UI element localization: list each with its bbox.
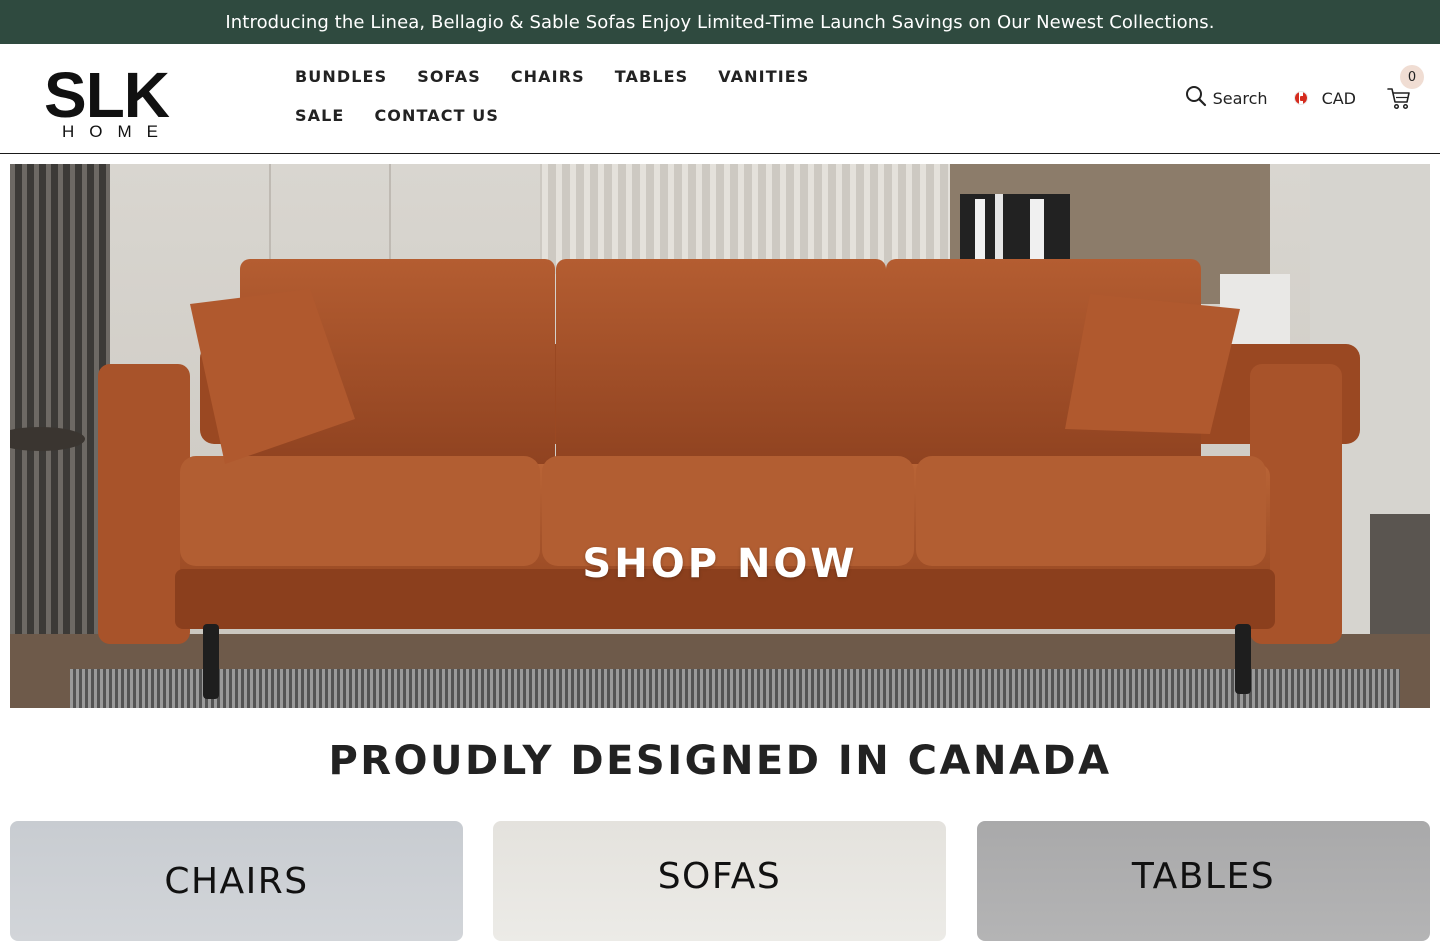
search-button[interactable]: Search [1185, 85, 1268, 112]
nav-item-chairs[interactable]: CHAIRS [511, 66, 585, 87]
nav-item-tables[interactable]: TABLES [615, 66, 689, 87]
shop-now-button[interactable]: SHOP NOW [10, 541, 1430, 587]
category-card-sofas[interactable]: SOFAS [493, 821, 946, 941]
main-navigation: BUNDLES SOFAS CHAIRS TABLES VANITIES SAL… [295, 66, 815, 126]
category-card-tables[interactable]: TABLES [977, 821, 1430, 941]
announcement-bar: Introducing the Linea, Bellagio & Sable … [0, 0, 1440, 44]
category-label-tables: TABLES [1131, 856, 1276, 897]
header-actions: Search CAD 0 [1185, 65, 1424, 116]
currency-selector[interactable]: CAD [1293, 88, 1356, 108]
nav-item-sale[interactable]: SALE [295, 105, 344, 126]
search-label: Search [1212, 88, 1268, 108]
cart-icon [1386, 88, 1412, 115]
hero-banner[interactable]: SHOP NOW [10, 164, 1430, 708]
logo-main-text: SLK [44, 59, 170, 131]
hero-sofa-image [10, 164, 1430, 708]
nav-item-sofas[interactable]: SOFAS [417, 66, 481, 87]
search-icon [1185, 85, 1207, 112]
nav-item-contact-us[interactable]: CONTACT US [374, 105, 499, 126]
logo-sub-text: HOME [62, 122, 173, 141]
currency-label: CAD [1321, 88, 1356, 108]
cart-button[interactable]: 0 [1386, 65, 1424, 111]
announcement-text: Introducing the Linea, Bellagio & Sable … [225, 11, 1215, 33]
nav-item-vanities[interactable]: VANITIES [718, 66, 809, 87]
section-title: PROUDLY DESIGNED IN CANADA [328, 738, 1112, 784]
site-header: SLK HOME BUNDLES SOFAS CHAIRS TABLES VAN… [0, 44, 1440, 154]
category-cards: CHAIRS SOFAS TABLES [10, 821, 1430, 941]
canada-flag-icon [1293, 91, 1308, 105]
cart-count-badge: 0 [1400, 65, 1424, 89]
category-label-chairs: CHAIRS [164, 861, 309, 902]
site-logo[interactable]: SLK HOME [44, 59, 189, 144]
category-card-chairs[interactable]: CHAIRS [10, 821, 463, 941]
category-label-sofas: SOFAS [657, 856, 782, 897]
nav-item-bundles[interactable]: BUNDLES [295, 66, 387, 87]
